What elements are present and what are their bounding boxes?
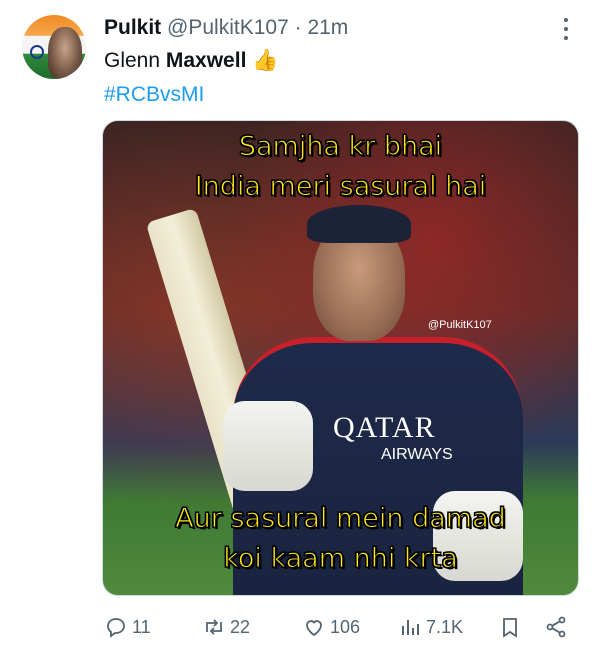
views-count: 7.1K: [426, 616, 464, 637]
tweet[interactable]: Pulkit @PulkitK107 · 21m Glenn Maxwell 👍…: [0, 0, 600, 660]
meme-caption-bottom-1: Aur sasural mein damad: [175, 503, 507, 535]
reply-button[interactable]: 11: [104, 611, 151, 643]
tweet-header: Pulkit @PulkitK107 · 21m: [104, 14, 348, 42]
views-icon: [402, 620, 419, 635]
bookmark-button[interactable]: [498, 611, 526, 643]
avatar-face: [48, 27, 82, 79]
more-icon[interactable]: [564, 18, 570, 40]
tweet-text-bold: Maxwell: [165, 49, 247, 72]
author-name[interactable]: Pulkit: [104, 16, 161, 39]
image-watermark: @PulkitK107: [428, 319, 492, 331]
tweet-text: Glenn Maxwell 👍: [104, 47, 278, 75]
jersey-sponsor: QATAR: [333, 411, 436, 444]
bookmark-icon: [503, 618, 517, 638]
meme-caption-bottom-2: koi kaam nhi krta: [223, 543, 459, 575]
retweet-count: 22: [230, 616, 251, 637]
meme-caption-top-2: India meri sasural hai: [194, 171, 487, 203]
player-cap: [307, 205, 411, 243]
tweet-text-plain: Glenn: [104, 49, 166, 72]
reply-count: 11: [132, 616, 151, 637]
meme-caption-top-1: Samjha kr bhai: [238, 131, 443, 163]
jersey-sponsor-sub: AIRWAYS: [381, 446, 453, 463]
views-button[interactable]: 7.1K: [398, 611, 463, 643]
retweet-button[interactable]: 22: [202, 611, 250, 643]
heart-icon: [306, 620, 322, 637]
thumbs-up-emoji: 👍: [252, 49, 279, 72]
retweet-icon: [206, 619, 222, 635]
author-handle[interactable]: @PulkitK107: [167, 16, 289, 39]
avatar[interactable]: [22, 15, 86, 79]
reply-icon: [107, 618, 125, 638]
flag-chakra: [30, 45, 44, 59]
share-button[interactable]: [544, 611, 572, 643]
batting-glove-left: [223, 401, 313, 491]
hashtag-link[interactable]: #RCBvsMI: [104, 81, 204, 109]
tweet-time[interactable]: 21m: [307, 16, 348, 39]
like-count: 106: [330, 616, 361, 637]
like-button[interactable]: 106: [302, 611, 360, 643]
separator-dot: ·: [294, 16, 302, 39]
share-icon: [546, 616, 566, 638]
tweet-media-image[interactable]: QATAR AIRWAYS Samjha kr bhai India meri …: [102, 120, 579, 596]
tweet-actions: 11 22 106 7.1K: [104, 611, 574, 643]
